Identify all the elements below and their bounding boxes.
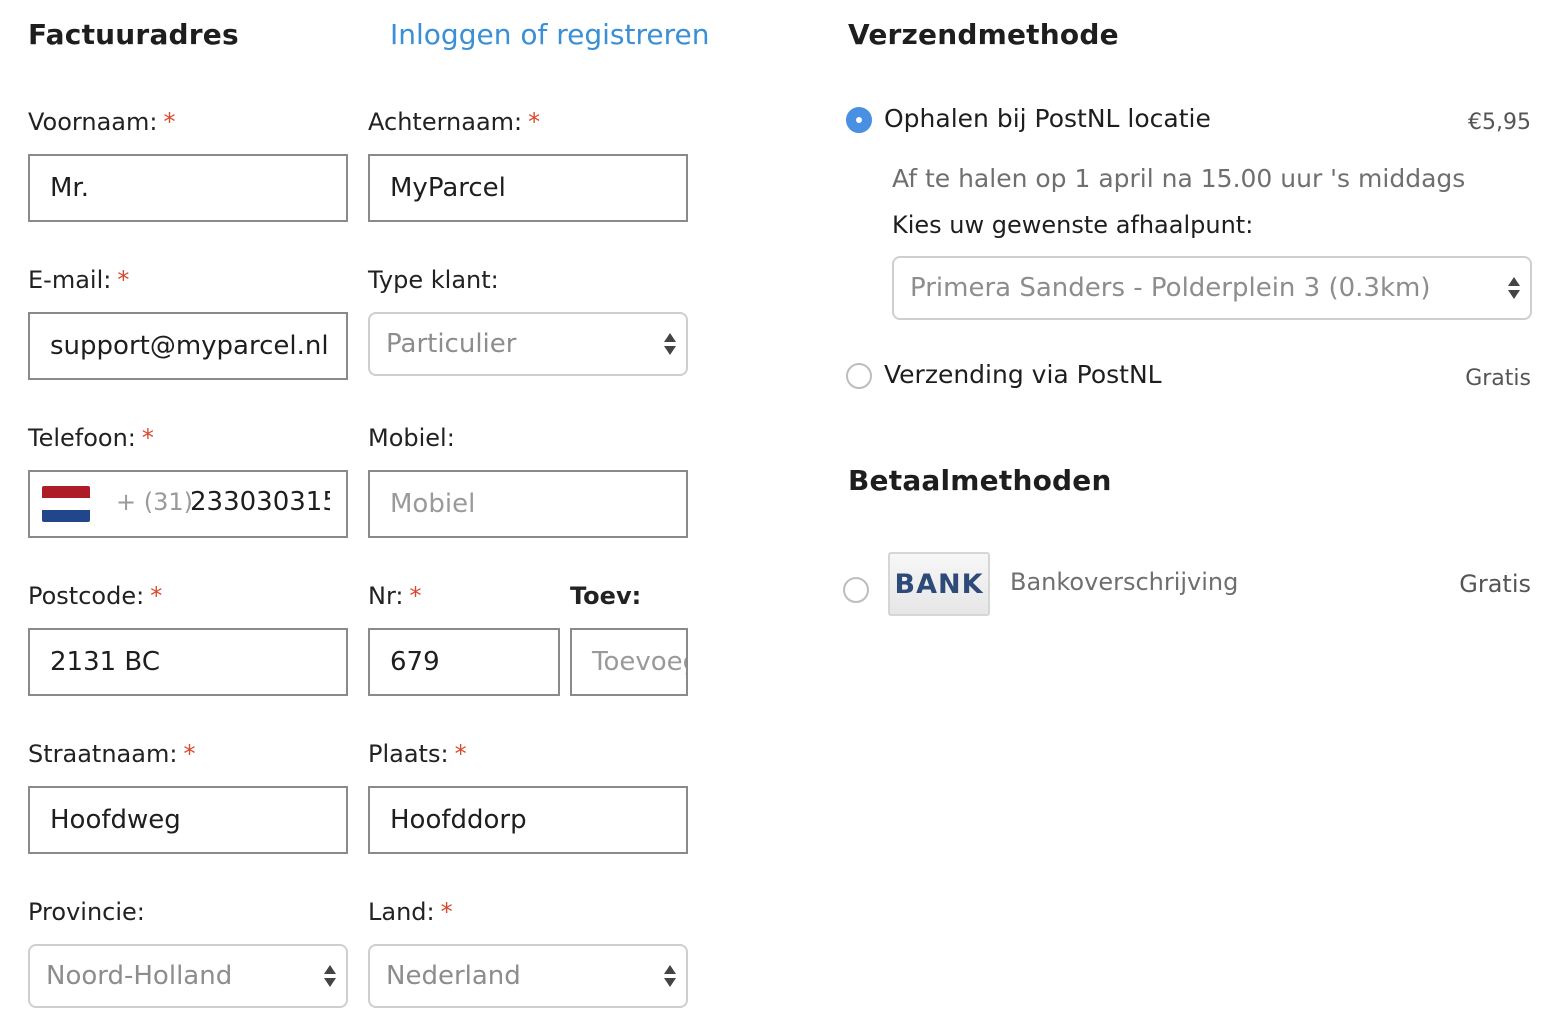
required-marker: * xyxy=(163,108,176,136)
radio-icon[interactable] xyxy=(846,363,872,389)
required-marker: * xyxy=(409,582,422,610)
select-arrows-icon xyxy=(1508,275,1520,301)
required-marker: * xyxy=(117,266,130,294)
required-marker: * xyxy=(454,740,467,768)
country-select[interactable]: Nederland xyxy=(368,944,688,1008)
required-marker: * xyxy=(141,424,154,452)
bank-logo-icon: BANK xyxy=(888,552,990,616)
first-name-field[interactable]: Mr. xyxy=(28,154,348,222)
city-field[interactable]: Hoofddorp xyxy=(368,786,688,854)
required-marker: * xyxy=(528,108,541,136)
select-arrows-icon xyxy=(664,963,676,989)
pickup-point-value: Primera Sanders - Polderplein 3 (0.3km) xyxy=(910,273,1431,303)
shipping-option-postnl-label[interactable]: Verzending via PostNL xyxy=(884,360,1162,389)
shipping-title: Verzendmethode xyxy=(848,18,1119,51)
city-label: Plaats: * xyxy=(368,740,467,768)
country-value: Nederland xyxy=(386,961,521,991)
phone-label: Telefoon: * xyxy=(28,424,154,452)
shipping-option-postnl-price: Gratis xyxy=(1465,366,1531,391)
mobile-field[interactable]: Mobiel xyxy=(368,470,688,538)
house-number-field[interactable]: 679 xyxy=(368,628,560,696)
last-name-field[interactable]: MyParcel xyxy=(368,154,688,222)
radio-icon[interactable] xyxy=(846,107,872,133)
billing-title: Factuuradres xyxy=(28,18,239,51)
pickup-choose-label: Kies uw gewenste afhaalpunt: xyxy=(892,211,1254,239)
street-label: Straatnaam: * xyxy=(28,740,196,768)
email-label: E-mail: * xyxy=(28,266,130,294)
addition-field[interactable]: Toevoeging xyxy=(570,628,688,696)
required-marker: * xyxy=(150,582,163,610)
mobile-label: Mobiel: xyxy=(368,424,455,452)
select-arrows-icon xyxy=(324,963,336,989)
phone-country-code: + (31) xyxy=(116,488,194,516)
shipping-option-pickup-price: €5,95 xyxy=(1468,110,1531,135)
phone-number-value: 233030315 xyxy=(190,487,330,517)
flag-nl-icon[interactable] xyxy=(42,486,90,522)
customer-type-label: Type klant: xyxy=(368,266,499,294)
pickup-note: Af te halen op 1 april na 15.00 uur 's m… xyxy=(892,164,1466,193)
street-field[interactable]: Hoofdweg xyxy=(28,786,348,854)
phone-field[interactable]: + (31) 233030315 xyxy=(28,470,348,538)
province-label: Provincie: xyxy=(28,898,145,926)
postcode-label: Postcode: * xyxy=(28,582,163,610)
shipping-option-pickup-label[interactable]: Ophalen bij PostNL locatie xyxy=(884,104,1211,133)
email-field[interactable]: support@myparcel.nl xyxy=(28,312,348,380)
login-register-link[interactable]: Inloggen of registreren xyxy=(390,18,709,51)
country-label: Land: * xyxy=(368,898,453,926)
addition-label: Toev: xyxy=(570,582,642,610)
required-marker: * xyxy=(183,740,196,768)
last-name-label: Achternaam: * xyxy=(368,108,541,136)
select-arrows-icon xyxy=(664,331,676,357)
customer-type-select[interactable]: Particulier xyxy=(368,312,688,376)
postcode-field[interactable]: 2131 BC xyxy=(28,628,348,696)
province-value: Noord-Holland xyxy=(46,961,233,991)
customer-type-value: Particulier xyxy=(386,329,517,359)
payment-option-bank-label[interactable]: Bankoverschrijving xyxy=(1010,568,1238,596)
province-select[interactable]: Noord-Holland xyxy=(28,944,348,1008)
first-name-label: Voornaam: * xyxy=(28,108,176,136)
payment-title: Betaalmethoden xyxy=(848,464,1112,497)
radio-icon[interactable] xyxy=(843,577,869,603)
house-number-label: Nr: * xyxy=(368,582,422,610)
payment-option-bank-price: Gratis xyxy=(1459,570,1531,598)
required-marker: * xyxy=(440,898,453,926)
pickup-point-select[interactable]: Primera Sanders - Polderplein 3 (0.3km) xyxy=(892,256,1532,320)
